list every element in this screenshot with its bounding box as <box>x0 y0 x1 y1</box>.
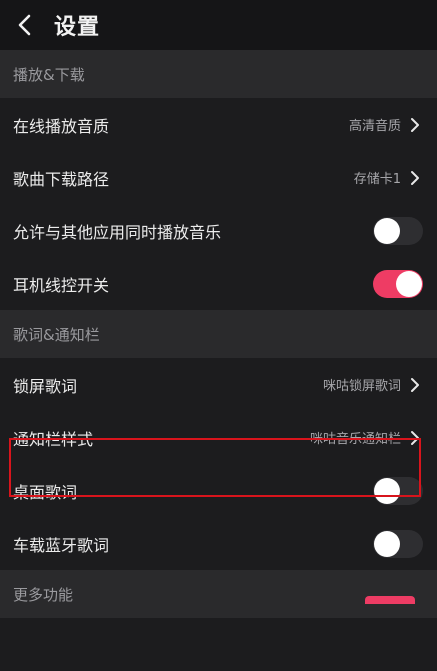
row-online-quality[interactable]: 在线播放音质 高清音质 <box>0 98 437 151</box>
row-headset-control: 耳机线控开关 <box>0 257 437 310</box>
mixed-playback-toggle[interactable] <box>373 216 423 245</box>
row-label: 允许与其他应用同时播放音乐 <box>13 222 222 242</box>
row-more-partial <box>0 618 437 671</box>
chevron-right-icon <box>411 377 419 392</box>
row-allow-mixed-playback: 允许与其他应用同时播放音乐 <box>0 204 437 257</box>
toggle-knob <box>374 530 400 557</box>
desktop-lyrics-toggle[interactable] <box>373 476 423 505</box>
row-notification-style[interactable]: 通知栏样式 咪咕音乐通知栏 <box>0 411 437 464</box>
row-car-bluetooth-lyrics: 车载蓝牙歌词 <box>0 517 437 570</box>
row-label: 耳机线控开关 <box>13 275 110 295</box>
toggle-knob <box>374 217 400 244</box>
row-value: 咪咕音乐通知栏 <box>309 432 401 447</box>
chevron-right-icon <box>411 170 419 185</box>
row-label: 通知栏样式 <box>13 429 94 449</box>
car-bluetooth-lyrics-toggle[interactable] <box>373 529 423 558</box>
partial-toggle[interactable] <box>365 596 415 604</box>
row-label: 桌面歌词 <box>13 482 78 502</box>
section-header-playback-download: 播放&下载 <box>0 50 437 98</box>
row-label: 车载蓝牙歌词 <box>13 535 110 555</box>
row-label: 锁屏歌词 <box>13 376 78 396</box>
toggle-knob <box>396 270 422 297</box>
row-value: 存储卡1 <box>353 172 401 187</box>
back-button[interactable] <box>0 0 50 50</box>
page-title: 设置 <box>54 15 101 40</box>
row-lockscreen-lyrics[interactable]: 锁屏歌词 咪咕锁屏歌词 <box>0 358 437 411</box>
section-header-more-features: 更多功能 <box>0 570 437 618</box>
chevron-right-icon <box>411 117 419 132</box>
chevron-left-icon <box>18 14 31 36</box>
row-desktop-lyrics: 桌面歌词 <box>0 464 437 517</box>
row-label: 在线播放音质 <box>13 116 110 136</box>
toggle-knob <box>374 477 400 504</box>
row-download-path[interactable]: 歌曲下载路径 存储卡1 <box>0 151 437 204</box>
chevron-right-icon <box>411 430 419 445</box>
headset-control-toggle[interactable] <box>373 269 423 298</box>
header-bar: 设置 <box>0 0 437 50</box>
section-header-lyrics-notification: 歌词&通知栏 <box>0 310 437 358</box>
row-value: 高清音质 <box>348 119 401 134</box>
row-value: 咪咕锁屏歌词 <box>322 379 401 394</box>
row-label: 歌曲下载路径 <box>13 169 110 189</box>
